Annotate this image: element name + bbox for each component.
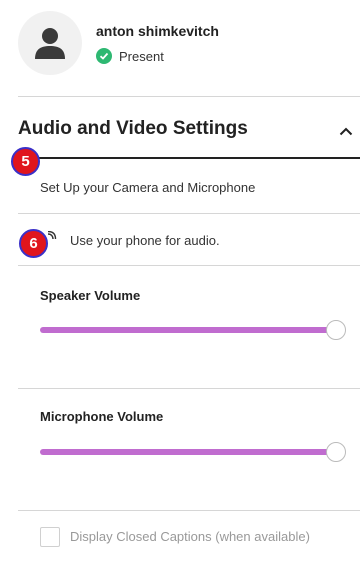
closed-captions-checkbox[interactable] — [40, 527, 60, 547]
user-header: anton shimkevitch Present — [18, 10, 360, 75]
divider — [18, 213, 360, 214]
avatar-person-icon — [35, 28, 65, 59]
divider — [18, 265, 360, 266]
divider — [18, 510, 360, 511]
speaker-volume-slider[interactable] — [40, 319, 346, 341]
presence-label: Present — [119, 48, 164, 64]
chevron-up-icon[interactable] — [339, 127, 353, 136]
user-name: anton shimkevitch — [96, 23, 219, 39]
phone-audio-option[interactable]: Use your phone for audio. — [40, 231, 220, 249]
audio-video-section-header[interactable]: Audio and Video Settings — [0, 108, 360, 152]
setup-camera-microphone-link[interactable]: Set Up your Camera and Microphone — [40, 180, 255, 195]
speaker-volume-label: Speaker Volume — [40, 288, 141, 303]
microphone-volume-label: Microphone Volume — [40, 409, 164, 424]
closed-captions-label: Display Closed Captions (when available) — [70, 529, 310, 544]
avatar — [18, 11, 82, 75]
speaker-volume-thumb[interactable] — [326, 320, 346, 340]
divider — [18, 388, 360, 389]
microphone-volume-track — [40, 449, 336, 455]
step-badge-6: 6 — [19, 229, 48, 258]
microphone-volume-slider[interactable] — [40, 441, 346, 463]
microphone-volume-thumb[interactable] — [326, 442, 346, 462]
section-title: Audio and Video Settings — [18, 118, 248, 139]
divider — [18, 96, 360, 97]
step-badge-5: 5 — [11, 147, 40, 176]
speaker-volume-track — [40, 327, 336, 333]
section-underline — [18, 157, 360, 159]
check-circle-icon — [96, 48, 112, 64]
presence-status: Present — [96, 48, 164, 64]
phone-audio-label: Use your phone for audio. — [70, 232, 220, 248]
closed-captions-option[interactable]: Display Closed Captions (when available) — [40, 527, 310, 547]
